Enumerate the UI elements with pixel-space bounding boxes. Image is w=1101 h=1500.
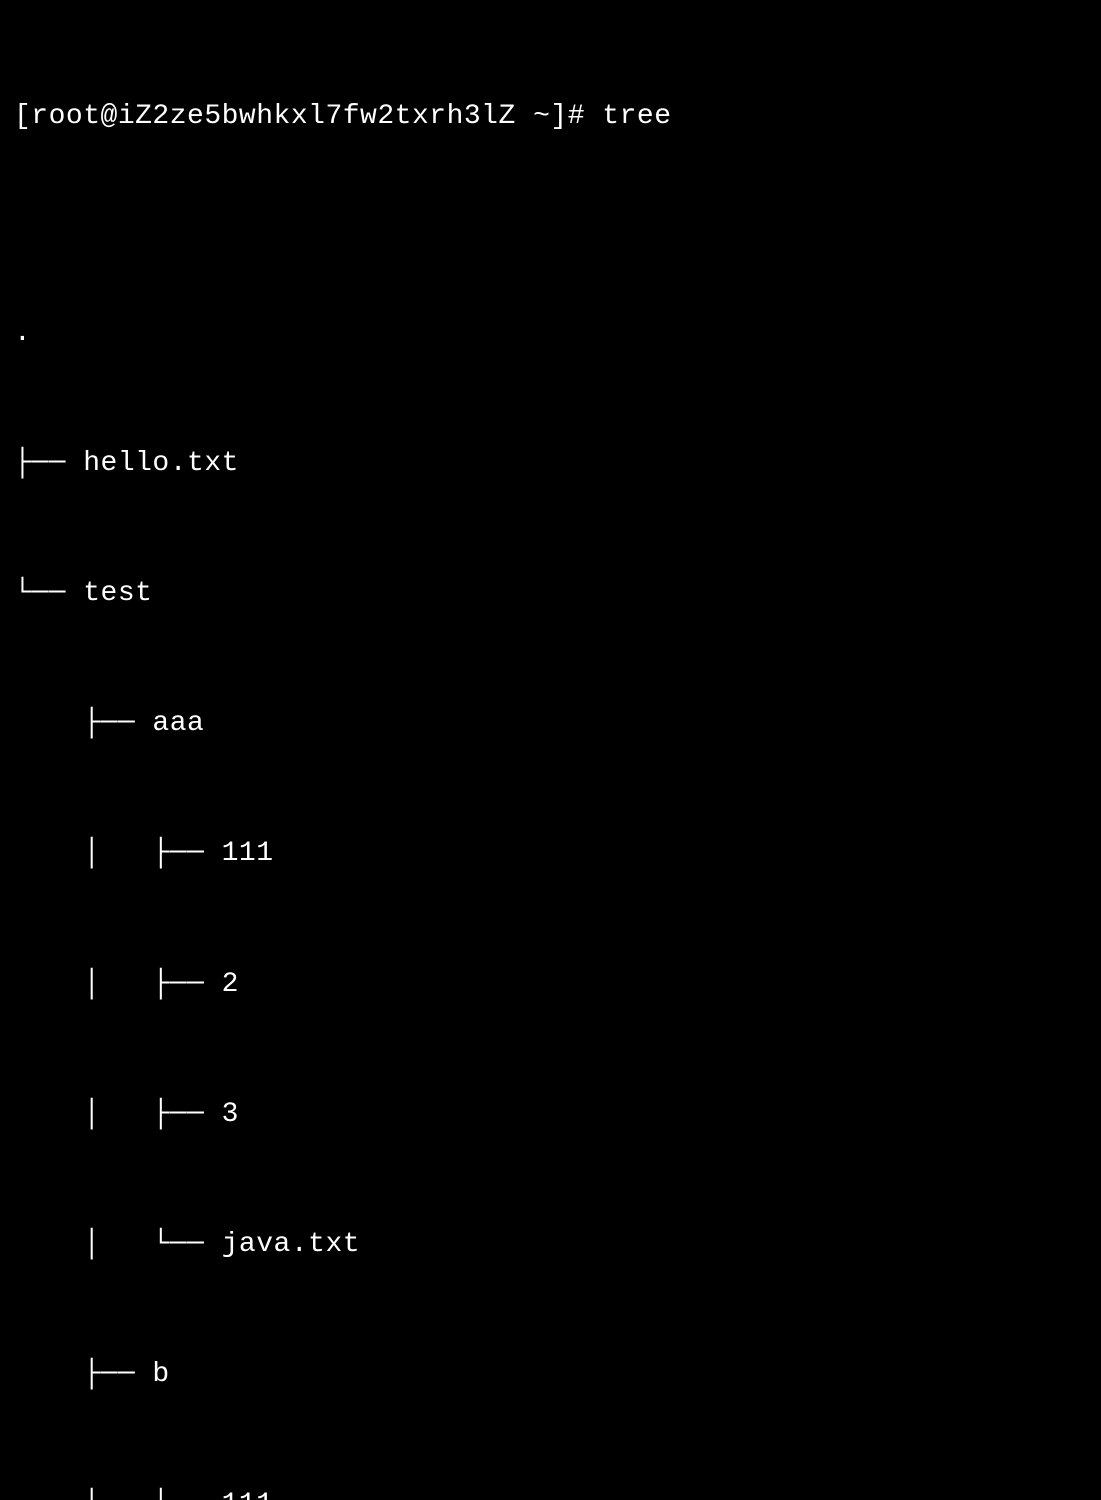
tree-line: │ └── java.txt: [14, 1223, 1087, 1266]
tree-line: ├── aaa: [14, 702, 1087, 745]
terminal-window[interactable]: [root@iZ2ze5bwhkxl7fw2txrh3lZ ~]# tree .…: [14, 8, 1087, 1500]
tree-line: │ ├── 111: [14, 1483, 1087, 1500]
shell-command: tree: [602, 95, 671, 138]
tree-line: .: [14, 312, 1087, 355]
tree-line: ├── hello.txt: [14, 442, 1087, 485]
tree-output: . ├── hello.txt └── test ├── aaa │ ├── 1…: [14, 225, 1087, 1500]
prompt-line: [root@iZ2ze5bwhkxl7fw2txrh3lZ ~]# tree: [14, 95, 1087, 138]
tree-line: │ ├── 2: [14, 963, 1087, 1006]
tree-line: └── test: [14, 572, 1087, 615]
tree-line: │ ├── 3: [14, 1093, 1087, 1136]
shell-prompt: [root@iZ2ze5bwhkxl7fw2txrh3lZ ~]#: [14, 95, 602, 138]
tree-line: │ ├── 111: [14, 832, 1087, 875]
tree-line: ├── b: [14, 1353, 1087, 1396]
